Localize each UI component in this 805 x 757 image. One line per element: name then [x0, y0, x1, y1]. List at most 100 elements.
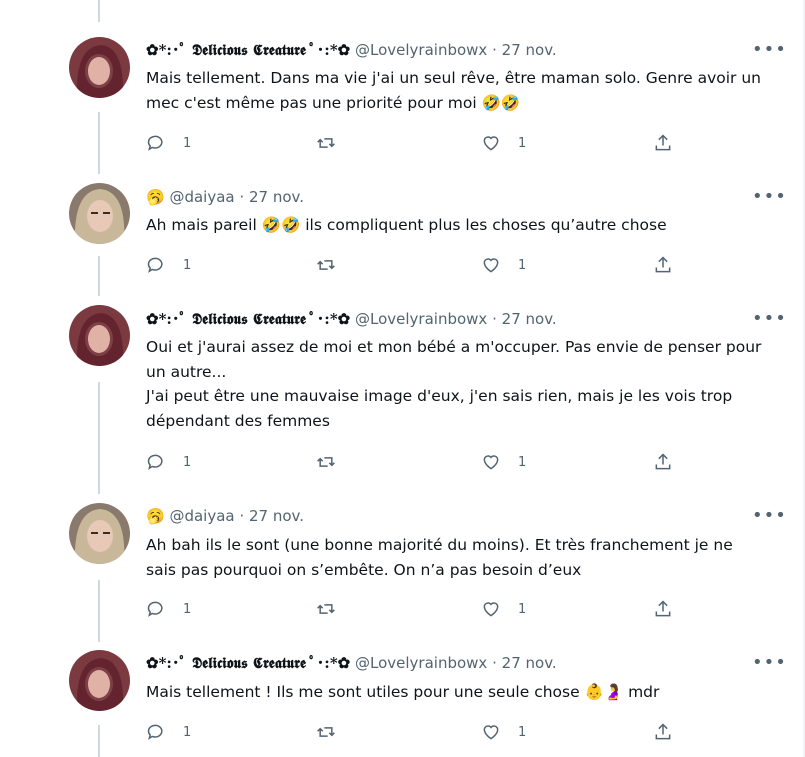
reply-count: 1: [183, 135, 192, 151]
tweet-text: Mais tellement ! Ils me sont utiles pour…: [146, 683, 660, 701]
avatar[interactable]: [69, 650, 130, 711]
previous-tweet-actions: [0, 0, 803, 10]
like-count: 1: [518, 257, 527, 273]
share-icon: [655, 600, 671, 617]
thread-line: [98, 580, 100, 642]
tweet-date[interactable]: 27 nov.: [502, 310, 557, 328]
heart-icon: [483, 455, 499, 470]
retweet-button[interactable]: [316, 133, 336, 153]
author-handle[interactable]: @daiyaa: [169, 507, 234, 525]
author-handle[interactable]: @Lovelyrainbowx: [355, 41, 487, 59]
reply-button[interactable]: 1: [146, 133, 191, 153]
tweet-date[interactable]: 27 nov.: [502, 654, 557, 672]
reply-count: 1: [183, 601, 192, 617]
retweet-button[interactable]: [316, 599, 336, 619]
tweet-actions: 1 1: [146, 722, 686, 742]
separator-dot: ·: [492, 654, 497, 672]
retweet-button[interactable]: [316, 452, 336, 472]
tweet-date[interactable]: 27 nov.: [502, 41, 557, 59]
more-icon: •••: [752, 652, 787, 673]
tweet-actions: 1 1: [146, 255, 686, 275]
like-button[interactable]: 1: [481, 599, 526, 619]
reply-count: 1: [183, 724, 192, 740]
more-options-button[interactable]: •••: [752, 309, 787, 329]
reply-icon: [147, 454, 163, 470]
tweet-text: Oui et j'aurai assez de moi et mon bébé …: [146, 335, 766, 433]
tweet-date[interactable]: 27 nov.: [249, 507, 304, 525]
retweet-button[interactable]: [316, 255, 336, 275]
avatar[interactable]: [69, 503, 130, 564]
retweet-icon: [317, 604, 335, 614]
author-name[interactable]: 🥱: [146, 507, 165, 525]
separator-dot: ·: [239, 188, 245, 206]
share-button[interactable]: [653, 133, 673, 153]
separator-dot: ·: [492, 310, 497, 328]
more-icon: •••: [752, 505, 787, 526]
author-name[interactable]: 🥱: [146, 188, 165, 206]
reply-count: 1: [183, 257, 192, 273]
reply-icon: [147, 601, 163, 617]
thread-line: [98, 382, 100, 494]
author-handle[interactable]: @Lovelyrainbowx: [355, 654, 487, 672]
avatar[interactable]: [69, 37, 130, 98]
heart-icon: [483, 725, 499, 740]
like-count: 1: [518, 135, 527, 151]
more-options-button[interactable]: •••: [752, 187, 787, 207]
like-button[interactable]: 1: [481, 722, 526, 742]
like-count: 1: [518, 601, 527, 617]
author-name[interactable]: ✿*:･ﾟ 𝕯𝖊𝖑𝖎𝖈𝖎𝖔𝖚𝖘 𝕮𝖗𝖊𝖆𝖙𝖚𝖗𝖊 ﾟ･:*✿: [146, 41, 350, 59]
like-button[interactable]: 1: [481, 452, 526, 472]
thread-line: [98, 725, 100, 757]
share-icon: [655, 453, 671, 470]
thread-line: [98, 112, 100, 174]
retweet-icon: [317, 260, 335, 270]
like-count: 1: [518, 454, 527, 470]
more-icon: •••: [752, 39, 787, 60]
share-icon: [655, 723, 671, 740]
like-button[interactable]: 1: [481, 133, 526, 153]
share-icon: [655, 134, 671, 151]
reply-button[interactable]: 1: [146, 722, 191, 742]
tweet-text: Ah bah ils le sont (une bonne majorité d…: [146, 536, 733, 579]
avatar[interactable]: [69, 305, 130, 366]
author-handle[interactable]: @Lovelyrainbowx: [355, 310, 487, 328]
share-button[interactable]: [653, 452, 673, 472]
author-name[interactable]: ✿*:･ﾟ 𝕯𝖊𝖑𝖎𝖈𝖎𝖔𝖚𝖘 𝕮𝖗𝖊𝖆𝖙𝖚𝖗𝖊 ﾟ･:*✿: [146, 310, 350, 328]
share-button[interactable]: [653, 255, 673, 275]
retweet-icon: [317, 138, 335, 148]
more-options-button[interactable]: •••: [752, 653, 787, 673]
avatar[interactable]: [69, 183, 130, 244]
retweet-button[interactable]: [316, 722, 336, 742]
reply-button[interactable]: 1: [146, 255, 191, 275]
tweet-date[interactable]: 27 nov.: [249, 188, 304, 206]
more-icon: •••: [752, 186, 787, 207]
like-count: 1: [518, 724, 527, 740]
retweet-icon: [317, 457, 335, 467]
reply-button[interactable]: 1: [146, 452, 191, 472]
tweet-actions: 1 1: [146, 133, 686, 153]
author-handle[interactable]: @daiyaa: [169, 188, 234, 206]
share-button[interactable]: [653, 599, 673, 619]
heart-icon: [483, 136, 499, 151]
separator-dot: ·: [492, 41, 497, 59]
more-icon: •••: [752, 308, 787, 329]
more-options-button[interactable]: •••: [752, 40, 787, 60]
author-name[interactable]: ✿*:･ﾟ 𝕯𝖊𝖑𝖎𝖈𝖎𝖔𝖚𝖘 𝕮𝖗𝖊𝖆𝖙𝖚𝖗𝖊 ﾟ･:*✿: [146, 654, 350, 672]
tweet-text-line: J'ai peut être une mauvaise image d'eux,…: [146, 387, 733, 430]
like-button[interactable]: 1: [481, 255, 526, 275]
heart-icon: [483, 602, 499, 617]
tweet-text: Mais tellement. Dans ma vie j'ai un seul…: [146, 69, 761, 112]
tweet-text-line: Oui et j'aurai assez de moi et mon bébé …: [146, 338, 762, 381]
reply-icon: [147, 724, 163, 740]
share-button[interactable]: [653, 722, 673, 742]
reply-button[interactable]: 1: [146, 599, 191, 619]
reply-icon: [147, 135, 163, 151]
tweet-actions: 1 1: [146, 452, 686, 472]
heart-icon: [483, 258, 499, 273]
tweet-text: Ah mais pareil 🤣🤣 ils compliquent plus l…: [146, 216, 667, 234]
reply-count: 1: [183, 454, 192, 470]
reply-icon: [147, 257, 163, 273]
separator-dot: ·: [239, 507, 245, 525]
more-options-button[interactable]: •••: [752, 506, 787, 526]
tweet-actions: 1 1: [146, 599, 686, 619]
